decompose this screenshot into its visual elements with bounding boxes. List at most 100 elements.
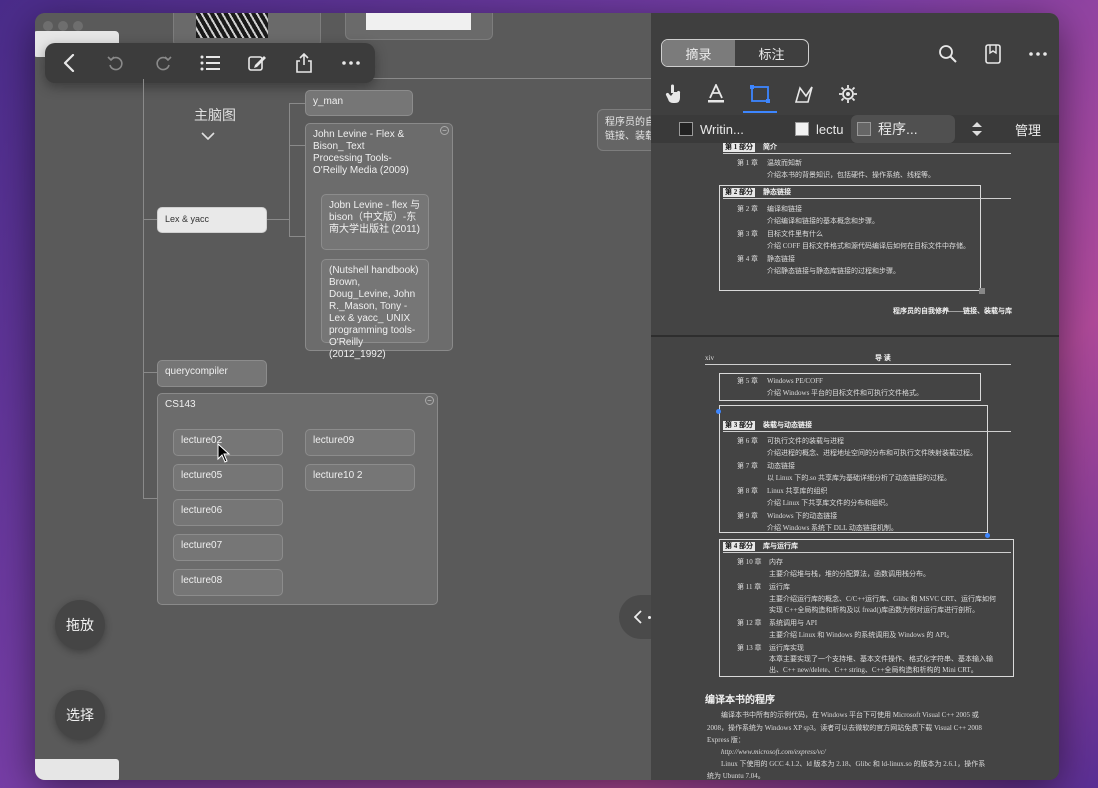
segment-excerpt[interactable]: 摘录 bbox=[662, 40, 735, 66]
collapse-icon[interactable]: − bbox=[425, 396, 434, 405]
chapter-label: 第 6 章 bbox=[737, 437, 758, 445]
floating-toolbar bbox=[45, 43, 375, 83]
chapter-title: Linux 共享库的组织 bbox=[767, 487, 828, 495]
doc-tab[interactable]: Writin... bbox=[679, 115, 779, 143]
chapter-title: 内存 bbox=[769, 558, 783, 566]
chapter-title: 编译和链接 bbox=[767, 205, 802, 213]
chapter-label: 第 11 章 bbox=[737, 583, 762, 591]
rule-line bbox=[723, 153, 1011, 154]
part-title: 装载与动态链接 bbox=[763, 421, 812, 429]
hand-pointer-icon[interactable] bbox=[661, 81, 687, 107]
doc-tab-active[interactable]: 程序... bbox=[851, 115, 955, 143]
settings-tools-icon[interactable] bbox=[835, 81, 861, 107]
top-separator-line bbox=[365, 78, 651, 79]
excerpt-annotation-toggle: 摘录 标注 bbox=[661, 39, 809, 67]
chapter-title: 静态链接 bbox=[767, 255, 795, 263]
branch-line bbox=[143, 372, 157, 373]
sort-arrows-icon[interactable] bbox=[971, 121, 983, 142]
traffic-light-min[interactable] bbox=[58, 21, 68, 31]
redo-icon[interactable] bbox=[148, 48, 178, 78]
mindmap-canvas[interactable]: 程序员的自 链接、装载 主脑图 y_man John Levine - Flex… bbox=[35, 13, 657, 780]
doc-tab-label: 程序... bbox=[878, 121, 918, 137]
chapter-label: 第 9 章 bbox=[737, 512, 758, 520]
select-button[interactable]: 选择 bbox=[55, 690, 105, 740]
branch-line bbox=[289, 103, 305, 104]
traffic-light-close[interactable] bbox=[43, 21, 53, 31]
document-tabs: Writin... lectu 程序... 管理 bbox=[651, 115, 1059, 143]
node-lecture[interactable]: lecture10 2 bbox=[305, 464, 415, 491]
side-note-card[interactable]: 程序员的自 链接、装载 bbox=[597, 109, 657, 151]
chapter-title: 运行库 bbox=[769, 583, 790, 591]
node-querycompiler[interactable]: querycompiler bbox=[157, 360, 267, 387]
paragraph-line: 编译本书中所有的示例代码，在 Windows 平台下可使用 Microsoft … bbox=[721, 711, 979, 719]
document-pane: 摘录 标注 Writin... lectu 程序... 管理 第 1 部分 简介… bbox=[651, 13, 1059, 780]
page-footer: 程序员的自我修养——链接、装载与库 bbox=[893, 307, 1012, 315]
outline-list-icon[interactable] bbox=[195, 48, 225, 78]
part-label: 第 1 部分 bbox=[723, 143, 755, 152]
chapter-title: 目标文件里有什么 bbox=[767, 230, 823, 238]
chapter-label: 第 8 章 bbox=[737, 487, 758, 495]
back-icon[interactable] bbox=[54, 48, 84, 78]
drag-button[interactable]: 拖放 bbox=[55, 600, 105, 650]
document-thumbnail-icon bbox=[679, 122, 693, 136]
background-card-fragment bbox=[35, 759, 119, 780]
part-title: 简介 bbox=[763, 143, 777, 151]
chapter-title: 可执行文件的装载与进程 bbox=[767, 437, 844, 445]
excerpt-highlight-box[interactable] bbox=[719, 405, 988, 533]
node-lecture[interactable]: lecture06 bbox=[173, 499, 283, 526]
rectangle-select-icon[interactable] bbox=[747, 81, 773, 107]
node-y-man[interactable]: y_man bbox=[305, 90, 413, 116]
chapter-desc: 介绍编译和链接的基本概念和步骤。 bbox=[767, 217, 879, 225]
chapter-label: 第 3 章 bbox=[737, 230, 758, 238]
chapter-label: 第 12 章 bbox=[737, 619, 762, 627]
more-icon[interactable] bbox=[336, 48, 366, 78]
chapter-title: 运行库实现 bbox=[769, 644, 804, 652]
chapter-desc: 主要介绍堆与栈，堆的分配算法，函数调用栈分布。 bbox=[769, 570, 930, 578]
paragraph-line: Express 版： bbox=[707, 736, 745, 744]
paragraph-line: http://www.microsoft.com/express/vc/ bbox=[721, 748, 826, 756]
chapter-desc: 介绍本书的背景知识，包括硬件、操作系统、线程等。 bbox=[767, 171, 935, 179]
manage-button[interactable]: 管理 bbox=[1015, 120, 1041, 139]
segment-annotation[interactable]: 标注 bbox=[735, 40, 808, 66]
branch-line bbox=[143, 219, 157, 220]
selection-handle[interactable] bbox=[985, 533, 990, 538]
chapter-desc: 介绍 Linux 下共享库文件的分布和组织。 bbox=[767, 499, 893, 507]
part-title: 静态链接 bbox=[763, 188, 791, 196]
paragraph-line: Linux 下使用的 GCC 4.1.2、ld 版本为 2.18、Glibc 和… bbox=[721, 760, 986, 768]
branch-line bbox=[143, 498, 157, 499]
bookmark-icon[interactable] bbox=[980, 41, 1006, 67]
doc-tab-label: Writin... bbox=[700, 121, 744, 137]
part-label: 第 3 部分 bbox=[723, 421, 755, 430]
chevron-down-icon[interactable] bbox=[201, 127, 215, 145]
node-lecture[interactable]: lecture05 bbox=[173, 464, 283, 491]
paragraph-line: 2008，操作系统为 Windows XP sp3。读者可以去微软的官方网站免费… bbox=[707, 724, 982, 732]
chapter-label: 第 10 章 bbox=[737, 558, 762, 566]
resize-handle[interactable] bbox=[979, 288, 985, 294]
edit-icon[interactable] bbox=[242, 48, 272, 78]
undo-icon[interactable] bbox=[101, 48, 131, 78]
text-highlight-icon[interactable] bbox=[703, 81, 729, 107]
node-lecture[interactable]: lecture08 bbox=[173, 569, 283, 596]
page-header: 导 读 bbox=[875, 354, 891, 362]
search-icon[interactable] bbox=[935, 41, 961, 67]
selection-handle[interactable] bbox=[716, 409, 721, 414]
chapter-desc: 主要介绍 Linux 和 Windows 的系统调用及 Windows 的 AP… bbox=[769, 631, 954, 639]
chapter-label: 第 13 章 bbox=[737, 644, 762, 652]
doc-tab[interactable]: lectu bbox=[795, 115, 855, 143]
mindmap-title[interactable]: 主脑图 bbox=[175, 105, 255, 125]
branch-line bbox=[267, 219, 289, 220]
collapse-icon[interactable]: − bbox=[440, 126, 449, 135]
mouse-cursor-icon bbox=[217, 443, 231, 463]
active-tool-indicator bbox=[743, 111, 777, 113]
share-icon[interactable] bbox=[289, 48, 319, 78]
lasso-icon[interactable] bbox=[791, 81, 817, 107]
node-levine-cn[interactable]: Jobn Levine - flex 与 bison（中文版）-东南大学出版社 … bbox=[321, 194, 429, 250]
chapter-label: 第 2 章 bbox=[737, 205, 758, 213]
chapter-label: 第 7 章 bbox=[737, 462, 758, 470]
more-icon[interactable] bbox=[1025, 41, 1051, 67]
node-lex-yacc[interactable]: Lex & yacc bbox=[157, 207, 267, 233]
traffic-light-max[interactable] bbox=[73, 21, 83, 31]
node-nutshell[interactable]: (Nutshell handbook) Brown, Doug_Levine, … bbox=[321, 259, 429, 360]
node-lecture[interactable]: lecture07 bbox=[173, 534, 283, 561]
node-lecture[interactable]: lecture09 bbox=[305, 429, 415, 456]
